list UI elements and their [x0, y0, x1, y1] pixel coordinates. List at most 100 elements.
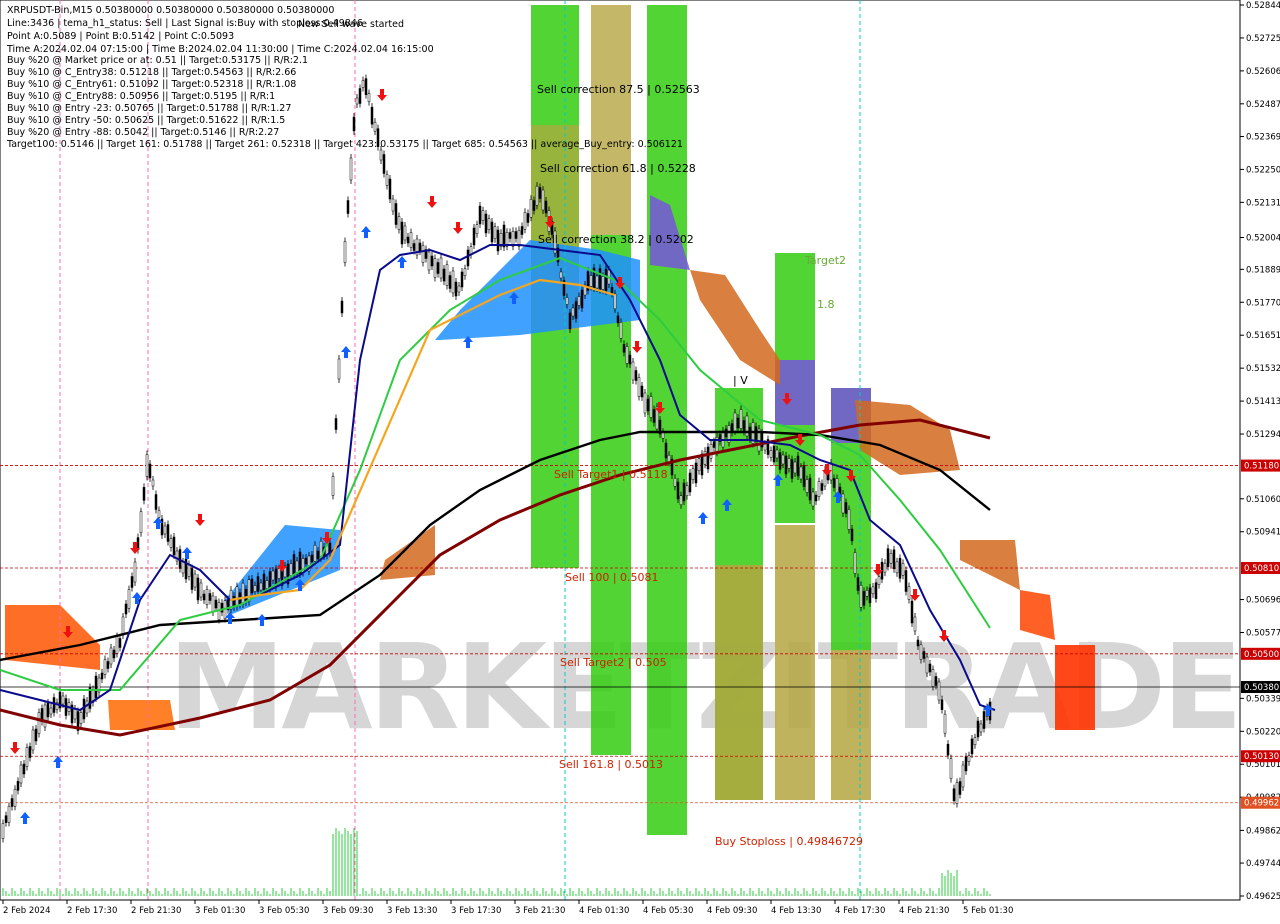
- candle-body: [208, 593, 212, 601]
- candle-body: [196, 577, 200, 601]
- volume-bar: [893, 888, 895, 896]
- volume-bar: [389, 888, 391, 896]
- volume-bar: [596, 888, 598, 896]
- time-tick-label: 2 Feb 17:30: [67, 906, 117, 916]
- zone-rect: [715, 565, 763, 800]
- volume-bar: [50, 891, 52, 896]
- candle-body: [358, 88, 362, 104]
- candle-body: [418, 242, 422, 252]
- candle-body: [430, 255, 434, 267]
- candle-body: [10, 798, 14, 807]
- volume-bar: [326, 888, 328, 896]
- volume-bar: [794, 888, 796, 896]
- volume-bar: [881, 894, 883, 896]
- volume-bar: [725, 891, 727, 896]
- candle-body: [445, 264, 449, 286]
- volume-bar: [428, 891, 430, 896]
- candle-body: [646, 398, 650, 412]
- volume-bar: [317, 888, 319, 896]
- volume-bar: [911, 888, 913, 896]
- volume-bar: [530, 894, 532, 896]
- time-tick-label: 2 Feb 2024: [3, 906, 51, 916]
- candle-body: [373, 121, 377, 132]
- candle-body: [181, 561, 185, 574]
- volume-bar: [659, 888, 661, 896]
- candle-body: [61, 695, 65, 705]
- candle-body: [304, 557, 308, 565]
- candle-body: [220, 602, 224, 613]
- volume-bar: [311, 891, 313, 896]
- volume-bar: [821, 888, 823, 896]
- candle-body: [496, 229, 500, 252]
- candle-body: [409, 232, 413, 248]
- volume-bar: [200, 888, 202, 896]
- volume-bar: [512, 894, 514, 896]
- candle-body: [379, 149, 383, 161]
- candle-body: [361, 80, 365, 88]
- volume-bar: [149, 891, 151, 896]
- volume-bar: [542, 888, 544, 896]
- volume-bar: [869, 891, 871, 896]
- time-tick-label: 4 Feb 05:30: [643, 906, 693, 916]
- candle-body: [52, 697, 56, 713]
- volume-bar: [707, 891, 709, 896]
- volume-bar: [296, 894, 298, 896]
- volume-bar: [686, 888, 688, 896]
- candle-body: [628, 354, 632, 365]
- volume-bar: [374, 891, 376, 896]
- volume-bar: [698, 891, 700, 896]
- price-tick-label: 0.50941: [1246, 528, 1280, 538]
- volume-bar: [116, 894, 118, 896]
- volume-bar: [137, 888, 139, 896]
- candle-body: [784, 455, 788, 475]
- volume-bar: [749, 888, 751, 896]
- zone-label-buy-stoploss: Buy Stoploss | 0.49846729: [715, 835, 863, 848]
- price-chart[interactable]: MARKETZITRADE Sell correction 87.5 | 0.5…: [0, 0, 1280, 920]
- volume-bar: [515, 888, 517, 896]
- candle-body: [613, 293, 617, 310]
- volume-bar: [368, 894, 370, 896]
- volume-bar: [557, 894, 559, 896]
- candle-body: [859, 585, 863, 608]
- volume-bar: [98, 894, 100, 896]
- candle-body: [334, 418, 338, 430]
- candle-body: [973, 737, 977, 745]
- volume-bar: [533, 888, 535, 896]
- price-tick-label: 0.51413: [1246, 397, 1280, 407]
- candle-body: [901, 563, 905, 576]
- candle-body: [463, 268, 467, 276]
- candle-body: [811, 491, 815, 507]
- volume-bar: [170, 894, 172, 896]
- candle-body: [595, 275, 599, 289]
- volume-bar: [341, 834, 343, 896]
- volume-bar: [989, 894, 991, 896]
- candle-body: [673, 478, 677, 487]
- volume-bar: [14, 891, 16, 896]
- volume-bar: [848, 888, 850, 896]
- volume-bar: [8, 894, 10, 896]
- candle-body: [466, 249, 470, 267]
- volume-bar: [101, 888, 103, 896]
- candle-body: [763, 443, 767, 451]
- price-tick-label: 0.52487: [1246, 100, 1280, 110]
- volume-bar: [59, 891, 61, 896]
- volume-bar: [488, 888, 490, 896]
- volume-bar: [866, 888, 868, 896]
- volume-bar: [215, 894, 217, 896]
- volume-bar: [119, 888, 121, 896]
- candle-body: [502, 224, 506, 248]
- chart-window[interactable]: MARKETZITRADE Sell correction 87.5 | 0.5…: [0, 0, 1280, 920]
- volume-bar: [218, 888, 220, 896]
- volume-bar: [554, 891, 556, 896]
- price-tick-label: 0.49862: [1246, 826, 1280, 836]
- volume-bar: [320, 891, 322, 896]
- volume-bar: [755, 894, 757, 896]
- candle-body: [247, 579, 251, 602]
- volume-bar: [563, 891, 565, 896]
- candle-body: [367, 93, 371, 102]
- volume-bar: [560, 888, 562, 896]
- candle-body: [412, 243, 416, 251]
- volume-bar: [947, 870, 949, 896]
- candle-body: [952, 788, 956, 801]
- volume-bar: [842, 891, 844, 896]
